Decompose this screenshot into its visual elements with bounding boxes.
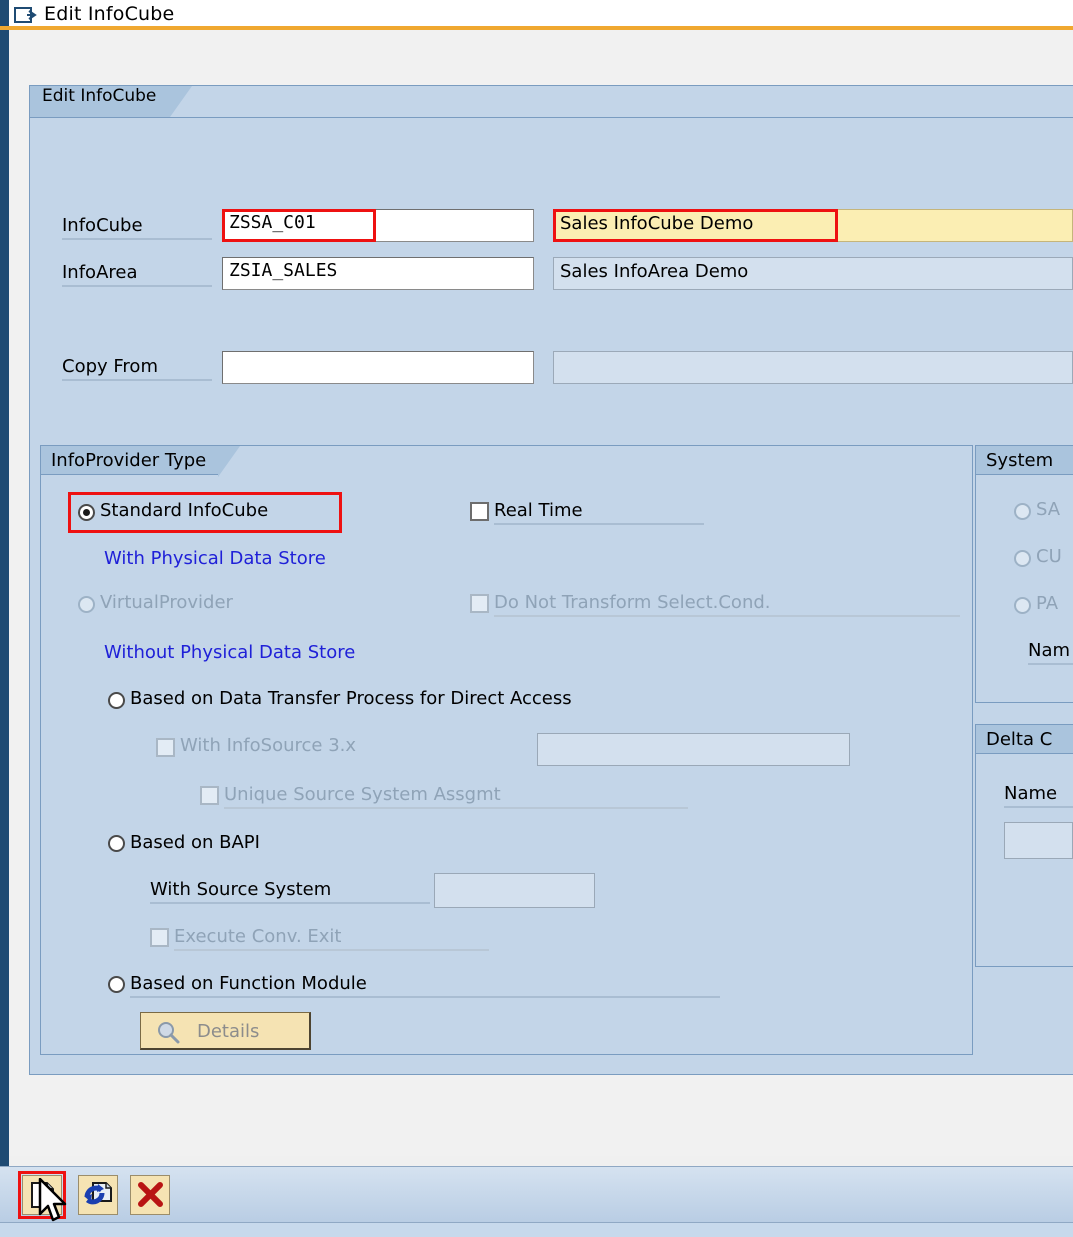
- magnifier-icon: [155, 1019, 181, 1050]
- radio-based-on-dtp[interactable]: [108, 692, 125, 709]
- radio-virtual-provider[interactable]: [78, 596, 95, 613]
- tab-edit-infocube-label: Edit InfoCube: [42, 86, 157, 106]
- radio-system-option-1[interactable]: [1014, 550, 1031, 567]
- delta-cache-group-label: Delta C: [986, 729, 1053, 750]
- radio-system-option-0-label: SA: [1036, 499, 1061, 520]
- checkbox-with-infosource-label: With InfoSource 3.x: [180, 735, 357, 756]
- radio-system-option-0[interactable]: [1014, 503, 1031, 520]
- radio-system-option-2[interactable]: [1014, 597, 1031, 614]
- tab-slant: [170, 86, 193, 117]
- delta-cache-group-tab: Delta C: [976, 725, 1073, 754]
- source-system-input[interactable]: [434, 873, 595, 908]
- infoarea-label: InfoArea: [62, 262, 212, 287]
- radio-standard-infocube[interactable]: [78, 504, 95, 521]
- copy-from-label: Copy From: [62, 356, 212, 381]
- without-physical-data-store-text: Without Physical Data Store: [104, 642, 356, 663]
- radio-based-on-function-module[interactable]: [108, 976, 125, 993]
- radio-system-option-2-label: PA: [1036, 593, 1059, 614]
- tab-edit-infocube[interactable]: Edit InfoCube: [30, 86, 193, 117]
- toolbar-bottom-strip: [0, 1222, 1073, 1237]
- checkbox-real-time-label: Real Time: [494, 500, 704, 525]
- radio-system-option-1-label: CU: [1036, 546, 1062, 567]
- radio-based-on-bapi[interactable]: [108, 835, 125, 852]
- activate-button[interactable]: [78, 1175, 118, 1215]
- cancel-button[interactable]: [130, 1175, 170, 1215]
- radio-standard-infocube-label: Standard InfoCube: [100, 500, 269, 521]
- infoarea-description[interactable]: Sales InfoArea Demo: [553, 257, 1073, 290]
- infoprovider-type-group-label: InfoProvider Type: [51, 450, 207, 471]
- group-tab-slant: [218, 446, 241, 477]
- radio-based-on-dtp-label: Based on Data Transfer Process for Direc…: [130, 688, 572, 709]
- refresh-activate-icon: [84, 1181, 113, 1214]
- red-x-icon: [138, 1182, 163, 1212]
- window-title-bar: Edit InfoCube: [0, 0, 1073, 30]
- system-group-tab: System: [976, 446, 1073, 475]
- infocube-label: InfoCube: [62, 215, 212, 240]
- window-title: Edit InfoCube: [44, 3, 175, 25]
- checkbox-execute-conv-exit-label: Execute Conv. Exit: [174, 926, 489, 951]
- document-new-icon: [30, 1181, 56, 1214]
- delta-cache-name-input[interactable]: [1004, 822, 1073, 859]
- copy-from-input[interactable]: [222, 351, 534, 384]
- delta-cache-name-label: Name: [1004, 783, 1073, 808]
- radio-based-on-bapi-label: Based on BAPI: [130, 832, 260, 853]
- checkbox-unique-source-system[interactable]: [200, 786, 219, 805]
- with-physical-data-store-text: With Physical Data Store: [104, 548, 326, 569]
- with-source-system-label: With Source System: [150, 879, 430, 904]
- infocube-input[interactable]: ZSSA_C01: [222, 209, 534, 242]
- radio-based-on-function-module-label: Based on Function Module: [130, 973, 720, 998]
- details-button-label: Details: [197, 1021, 260, 1042]
- infocube-description[interactable]: Sales InfoCube Demo: [553, 209, 1073, 242]
- edit-arrow-icon: [14, 6, 40, 24]
- status-strip: [9, 1110, 1073, 1156]
- infoprovider-type-group-tab: InfoProvider Type: [41, 446, 241, 477]
- infoarea-input[interactable]: ZSIA_SALES: [222, 257, 534, 290]
- checkbox-do-not-transform-label: Do Not Transform Select.Cond.: [494, 592, 960, 617]
- checkbox-unique-source-system-label: Unique Source System Assgmt: [224, 784, 688, 809]
- copy-from-description: [553, 351, 1073, 384]
- radio-virtual-provider-label: VirtualProvider: [100, 592, 233, 613]
- checkbox-with-infosource[interactable]: [156, 738, 175, 757]
- checkbox-real-time[interactable]: [470, 502, 489, 521]
- title-accent-bar: [0, 0, 9, 26]
- checkbox-do-not-transform[interactable]: [470, 594, 489, 613]
- window-left-rail: [0, 30, 9, 1166]
- system-name-label: Nam: [1028, 640, 1073, 665]
- system-group-label: System: [986, 450, 1054, 471]
- create-button[interactable]: [22, 1175, 62, 1215]
- bottom-toolbar: [0, 1166, 1073, 1222]
- checkbox-execute-conv-exit[interactable]: [150, 928, 169, 947]
- infosource-input[interactable]: [537, 733, 850, 766]
- details-button[interactable]: Details: [140, 1012, 311, 1050]
